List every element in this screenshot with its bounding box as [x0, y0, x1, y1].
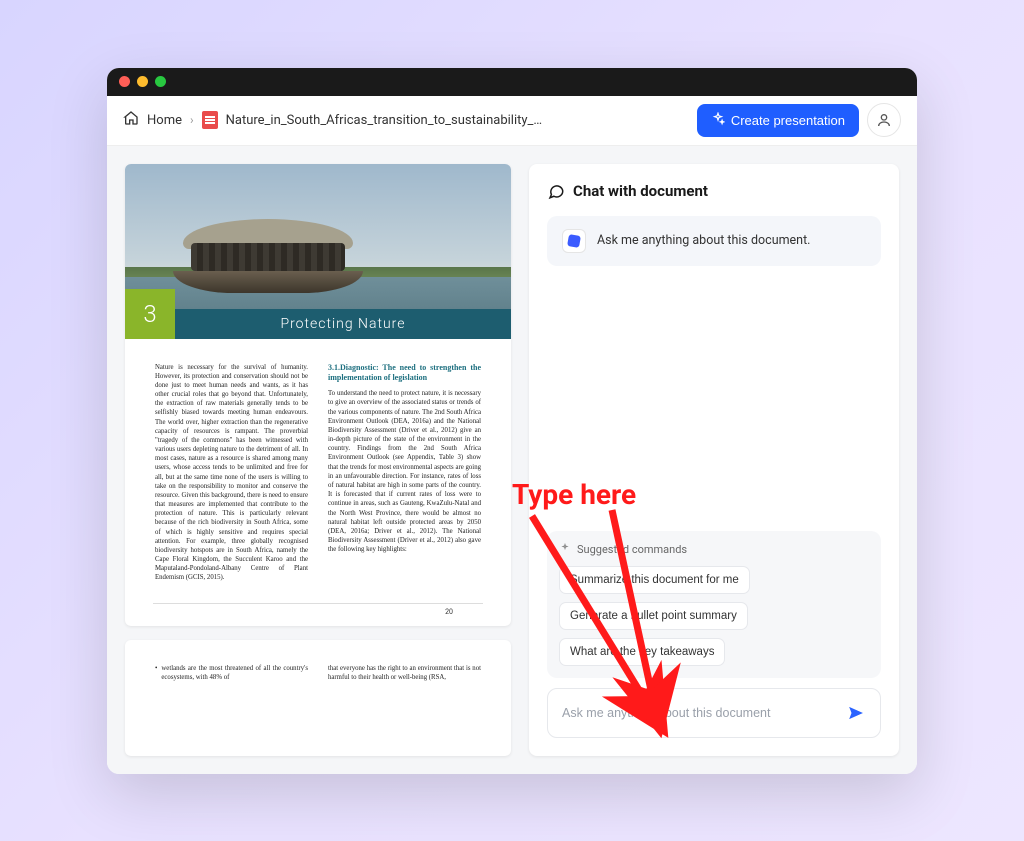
account-button[interactable]	[867, 103, 901, 137]
suggested-command-chip[interactable]: What are the key takeaways	[559, 638, 725, 666]
send-icon	[847, 704, 865, 722]
send-button[interactable]	[842, 699, 870, 727]
page-column-right: 3.1.Diagnostic: The need to strengthen t…	[328, 363, 481, 583]
window-maximize-icon[interactable]	[155, 76, 166, 87]
assistant-avatar-icon	[563, 230, 585, 252]
topbar: Home › Nature_in_South_Africas_transitio…	[107, 96, 917, 146]
breadcrumb-home[interactable]: Home	[147, 113, 182, 128]
create-presentation-button[interactable]: Create presentation	[697, 104, 859, 137]
chevron-right-icon: ›	[190, 113, 194, 127]
page-number: 20	[153, 603, 483, 626]
chat-bubble-icon	[547, 182, 565, 200]
window-minimize-icon[interactable]	[137, 76, 148, 87]
window-close-icon[interactable]	[119, 76, 130, 87]
chat-input-row	[547, 688, 881, 738]
breadcrumb-filename: Nature_in_South_Africas_transition_to_su…	[226, 113, 546, 128]
chapter-title: Protecting Nature	[175, 309, 511, 339]
assistant-message: Ask me anything about this document.	[547, 216, 881, 266]
suggested-command-chip[interactable]: Generate a bullet point summary	[559, 602, 748, 630]
page2-column-right: that everyone has the right to an enviro…	[328, 664, 481, 682]
page-column-left: Nature is necessary for the survival of …	[155, 363, 308, 583]
suggested-commands-panel: Suggested commands Summarize this docume…	[547, 531, 881, 678]
chat-header: Chat with document	[547, 182, 881, 200]
document-page-1: 3 Protecting Nature Nature is necessary …	[125, 164, 511, 626]
page2-column-left: • wetlands are the most threatened of al…	[155, 664, 308, 682]
sparkle-small-icon	[559, 543, 571, 555]
chat-header-title: Chat with document	[573, 182, 708, 200]
sparkle-icon	[711, 112, 725, 129]
section-heading: 3.1.Diagnostic: The need to strengthen t…	[328, 363, 481, 384]
create-presentation-label: Create presentation	[731, 113, 845, 128]
chat-panel: Chat with document Ask me anything about…	[529, 164, 899, 756]
browser-window: Home › Nature_in_South_Africas_transitio…	[107, 68, 917, 774]
document-page-2: • wetlands are the most threatened of al…	[125, 640, 511, 756]
window-titlebar	[107, 68, 917, 96]
chapter-hero-image: 3 Protecting Nature	[125, 164, 511, 339]
user-icon	[876, 112, 892, 128]
home-icon[interactable]	[123, 110, 139, 130]
suggested-commands-title: Suggested commands	[559, 543, 869, 556]
chat-input[interactable]	[562, 706, 834, 720]
workspace: 3 Protecting Nature Nature is necessary …	[107, 146, 917, 774]
chapter-number-badge: 3	[125, 289, 175, 339]
breadcrumb: Home › Nature_in_South_Africas_transitio…	[123, 110, 689, 130]
suggested-command-chip[interactable]: Summarize this document for me	[559, 566, 750, 594]
assistant-message-text: Ask me anything about this document.	[597, 233, 810, 248]
pdf-file-icon	[202, 111, 218, 129]
document-viewer[interactable]: 3 Protecting Nature Nature is necessary …	[125, 164, 511, 756]
